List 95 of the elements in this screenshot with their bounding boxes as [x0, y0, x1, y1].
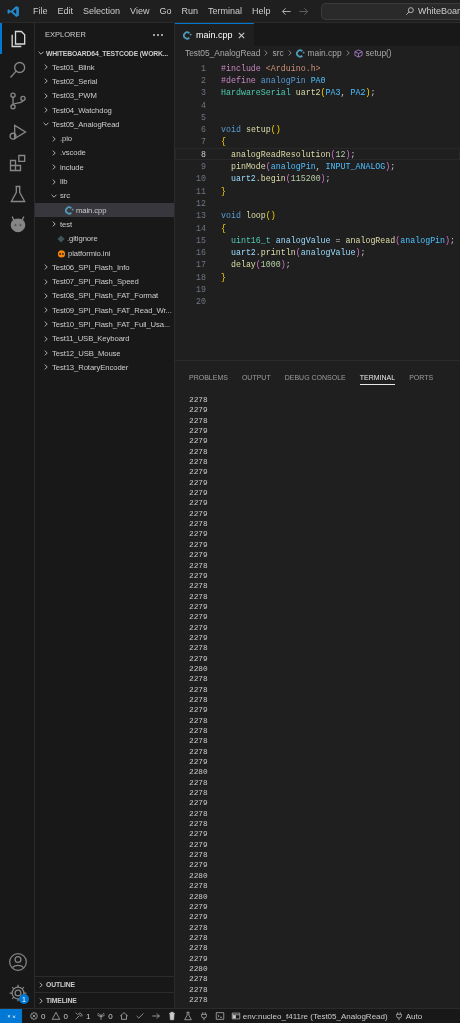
breadcrumb-item[interactable]: Test05_AnalogRead — [185, 48, 261, 58]
code-line: analogReadResolution(12); — [229, 149, 356, 159]
line-number: 16 — [195, 248, 206, 258]
alien-file-icon — [57, 248, 66, 258]
line-number: 7 — [200, 137, 206, 147]
home-icon — [118, 1011, 129, 1021]
warning-icon — [51, 1011, 62, 1021]
separator-chevron-icon — [344, 49, 351, 57]
cpp-file-icon — [65, 205, 74, 215]
antenna-icon — [96, 1011, 107, 1021]
chevron-down-icon — [42, 120, 50, 129]
account-icon — [8, 951, 28, 972]
menu-item[interactable]: Terminal — [202, 6, 247, 16]
line-number: 3 — [200, 88, 206, 98]
cpp-file-icon — [295, 48, 305, 58]
trash-icon — [166, 1011, 177, 1021]
forward-arrow-icon[interactable] — [298, 5, 310, 17]
line-number: 11 — [195, 186, 206, 196]
run-debug-icon — [8, 121, 28, 142]
code-line: delay(1000); — [229, 260, 291, 270]
menu-item[interactable]: Selection — [78, 6, 126, 16]
search-icon — [404, 6, 415, 16]
separator-chevron-icon — [286, 49, 293, 57]
line-number: 8 — [200, 149, 206, 159]
line-number: 20 — [195, 297, 206, 307]
line-number: 14 — [195, 223, 206, 233]
back-arrow-icon[interactable] — [281, 5, 293, 17]
code-line: uart2.begin(115200); — [229, 174, 331, 184]
line-number: 1 — [200, 63, 206, 73]
code-line: #define analogPin PA0 — [221, 75, 326, 85]
line-number: 5 — [200, 112, 206, 122]
code-line: HardwareSerial uart2(PA3, PA2); — [221, 88, 376, 98]
more-icon[interactable] — [152, 32, 164, 37]
code-line: void loop() — [221, 211, 276, 221]
code-line: #include <Arduino.h> — [221, 63, 321, 73]
breadcrumb-item[interactable]: main.cpp — [307, 48, 342, 58]
tab-label: main.cpp — [196, 30, 233, 40]
line-number: 13 — [195, 211, 206, 221]
error-icon — [29, 1011, 39, 1021]
plug-icon — [393, 1011, 404, 1021]
status-item[interactable]: 1 — [70, 1011, 94, 1021]
menu-item[interactable]: Go — [154, 6, 177, 16]
menu-item[interactable]: Run — [176, 6, 203, 16]
status-item[interactable]: 0 — [26, 1011, 49, 1021]
line-number: 6 — [200, 125, 206, 135]
code-line: void setup() — [221, 125, 281, 135]
command-center[interactable]: WhiteBoar — [321, 2, 460, 20]
alien-head-icon — [8, 214, 28, 235]
line-number: 17 — [195, 260, 206, 270]
menu-item[interactable]: View — [125, 6, 155, 16]
arrow-icon — [150, 1011, 161, 1021]
code-line: uint16_t analogValue = analogRead(analogPin); — [229, 235, 456, 245]
menu-item[interactable]: Edit — [52, 6, 79, 16]
cpp-file-icon — [183, 30, 192, 40]
line-number: 18 — [195, 272, 206, 282]
line-number: 2 — [200, 75, 206, 85]
breadcrumb-item[interactable]: setup() — [365, 48, 392, 58]
cube-icon — [353, 48, 363, 58]
menu-item[interactable]: Help — [246, 6, 276, 16]
source-control-icon — [8, 90, 28, 111]
code-line: { — [221, 137, 226, 147]
status-item[interactable]: 0 — [93, 1011, 116, 1021]
line-number: 10 — [195, 174, 206, 184]
diamond-file-icon — [57, 234, 65, 243]
line-number: 19 — [195, 285, 206, 294]
code-editor-logo-icon — [7, 4, 20, 18]
check-icon — [134, 1011, 145, 1021]
line-number: 4 — [200, 100, 206, 110]
line-number: 9 — [200, 162, 206, 171]
editor-tab[interactable]: main.cpp — [175, 23, 254, 46]
flask-icon — [182, 1011, 193, 1021]
chevron-down-icon — [37, 49, 45, 57]
line-number: 15 — [195, 235, 206, 245]
search-icon — [8, 59, 28, 80]
terminal-icon — [214, 1011, 225, 1021]
extensions-icon — [8, 152, 28, 173]
chevron-right-icon — [50, 220, 58, 229]
breadcrumb-item[interactable]: src — [272, 48, 284, 58]
flask-icon — [8, 183, 28, 204]
settings-icon — [8, 982, 28, 1003]
code-line: pinMode(analogPin, INPUT_ANALOG); — [229, 162, 396, 171]
plug-icon — [198, 1011, 209, 1021]
line-number: 12 — [195, 198, 206, 208]
code-line: } — [221, 272, 226, 282]
code-line: { — [221, 223, 226, 233]
menu-item[interactable]: File — [28, 6, 53, 16]
code-line: uart2.println(analogValue); — [229, 248, 366, 258]
separator-chevron-icon — [263, 49, 270, 57]
status-item[interactable]: Auto — [390, 1011, 426, 1021]
close-icon[interactable] — [236, 30, 246, 40]
tools-icon — [73, 1011, 84, 1021]
window-icon — [230, 1011, 241, 1021]
status-item[interactable]: 0 — [48, 1011, 71, 1021]
status-item[interactable]: env:nucleo_f411re (Test05_AnalogRead) — [227, 1011, 391, 1021]
code-line: } — [221, 186, 226, 196]
